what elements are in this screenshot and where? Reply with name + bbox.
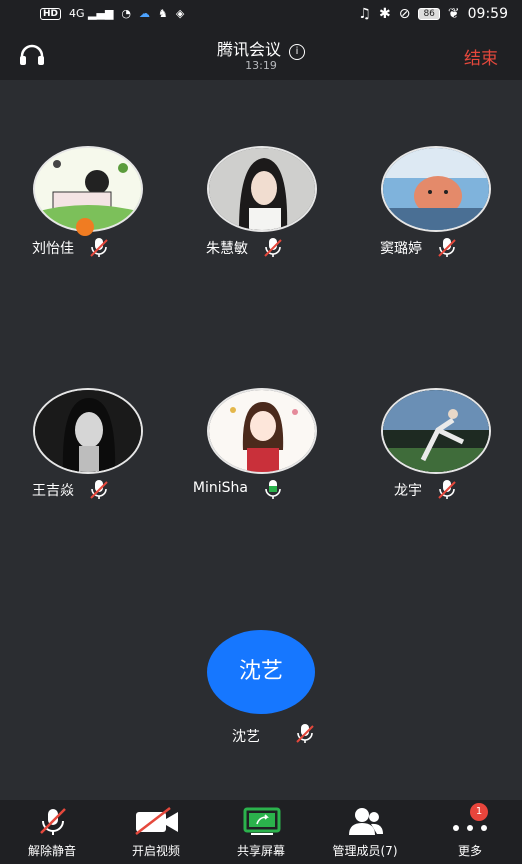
avatar (381, 388, 491, 474)
members-icon (349, 808, 383, 835)
more-label: 更多 (457, 844, 482, 858)
clock-time: 09:59 (467, 6, 508, 22)
notification-icon: ♞ (158, 7, 168, 20)
avatar (207, 146, 317, 232)
app-icon: ◈ (175, 7, 185, 20)
mute-bell-icon: ⊘ (398, 6, 411, 22)
mic-muted-icon (438, 238, 456, 257)
unmute-label: 解除静音 (27, 844, 76, 858)
self-name: 沈艺 (232, 729, 260, 745)
hd-indicator: HD (40, 7, 62, 20)
wifi-icon: ◔ (121, 7, 132, 20)
participant-name: 王吉焱 (32, 483, 74, 499)
unmute-button[interactable]: 解除静音 (0, 800, 104, 864)
participant-name-row: 刘怡佳 (0, 236, 174, 260)
avatar-image (209, 390, 315, 472)
mic-muted-icon (264, 238, 282, 257)
avatar-image (383, 390, 489, 472)
participant-name: MiniSha (192, 480, 248, 496)
mic-muted-icon (296, 724, 314, 743)
participant-name-row: 龙宇 (348, 478, 522, 502)
meeting-title[interactable]: 腾讯会议 i (0, 36, 522, 60)
share-screen-button[interactable]: 共享屏幕 (209, 800, 313, 864)
participant-name: 窦璐婷 (380, 241, 422, 257)
end-meeting-button[interactable]: 结束 (464, 44, 498, 69)
avatar-image (209, 148, 315, 230)
participant-name-row: 朱慧敏 (174, 236, 348, 260)
cloud-icon: ☁ (139, 7, 151, 20)
manage-members-label: 管理成员(7) (332, 844, 398, 858)
info-icon[interactable]: i (289, 44, 305, 60)
avatar (33, 388, 143, 474)
avatar (207, 388, 317, 474)
mic-on-icon (265, 480, 281, 499)
participant-name: 朱慧敏 (206, 241, 248, 257)
manage-members-button[interactable]: 管理成员(7) (313, 800, 417, 864)
participant-name: 龙宇 (394, 483, 422, 499)
mic-muted-icon (90, 480, 108, 499)
share-screen-icon (243, 807, 281, 835)
mic-muted-icon (438, 480, 456, 499)
video-off-icon (135, 807, 178, 835)
avatar-image (383, 148, 489, 230)
participant-name-row: 窦璐婷 (348, 236, 522, 260)
participant-name-row: 王吉焱 (0, 478, 174, 502)
start-video-button[interactable]: 开启视频 (104, 800, 208, 864)
bottom-toolbar: 解除静音 开启视频 共享屏幕 管理成员(7) 更多 (0, 800, 522, 864)
participant-name: 刘怡佳 (32, 241, 74, 257)
avatar-image (35, 390, 141, 472)
mic-muted-icon (90, 238, 108, 257)
meeting-header: 腾讯会议 i 13:19 结束 (0, 30, 522, 80)
self-avatar[interactable]: 沈艺 (207, 630, 315, 714)
status-bar: HD 4G ▂▄▆ ◔ ☁ ♞ ◈ ♫ ✱ ⊘ 86 ❦ 09:59 (0, 0, 522, 30)
bluetooth-icon: ✱ (378, 6, 391, 22)
share-screen-label: 共享屏幕 (236, 844, 285, 858)
mic-muted-icon (40, 808, 66, 835)
leaf-icon: ❦ (447, 6, 460, 22)
host-badge-icon (76, 218, 94, 236)
avatar (381, 146, 491, 232)
start-video-label: 开启视频 (131, 844, 180, 858)
meeting-duration: 13:19 (245, 59, 277, 72)
notification-badge: 1 (470, 803, 488, 821)
participant-name-row: MiniSha (174, 478, 348, 502)
headset-icon: ♫ (358, 6, 371, 22)
signal-icon: 4G ▂▄▆ (69, 7, 114, 20)
battery-icon: 86 (418, 8, 440, 20)
